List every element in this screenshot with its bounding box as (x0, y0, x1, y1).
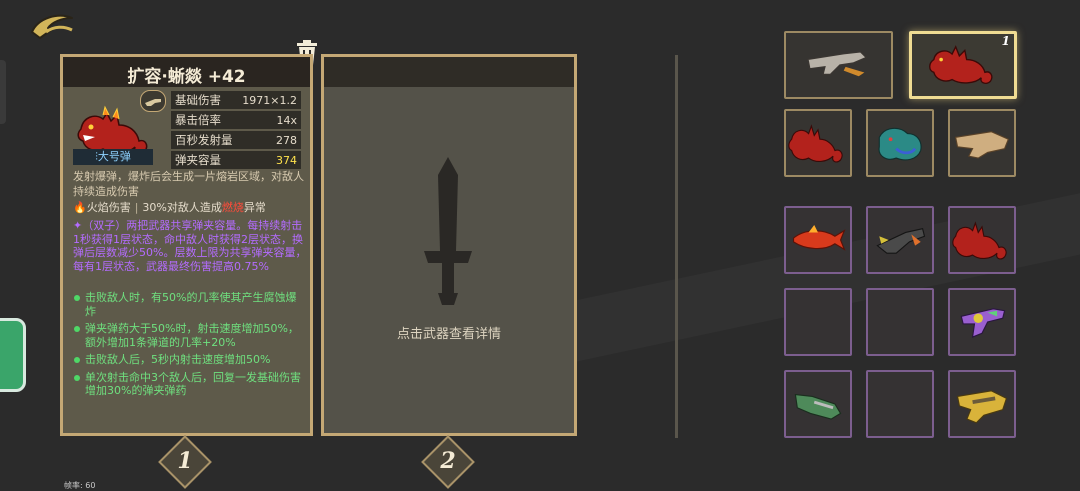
inventory-slot-teal-creature[interactable] (866, 109, 934, 177)
weapon-description: 发射爆弹，爆炸后会生成一片熔岩区域，对敌人持续造成伤害 (73, 170, 304, 198)
weapon-detail-panel-1[interactable]: 扩容·蜥燚 +42 ⫶大号弹 基础伤害 1971×1.2 暴击倍率 14x 百秒… (60, 54, 313, 436)
stat-row-magazine: 弹夹容量 374 (171, 151, 301, 169)
weapon-title: 扩容·蜥燚 +42 (127, 67, 246, 87)
fire-icon: 🔥 (73, 201, 87, 214)
sword-placeholder-icon (424, 157, 472, 305)
stat-row-base-damage: 基础伤害 1971×1.2 (171, 91, 301, 109)
teal-creature-weapon-icon (878, 127, 922, 161)
bonus-effects-list: 击败敌人时，有50%的几率使其产生腐蚀爆炸 弹夹弹药大于50%时，射击速度增加5… (73, 291, 307, 402)
side-menu-tab[interactable] (0, 318, 26, 392)
lizard-weapon-icon (929, 45, 993, 84)
fps-counter: 帧率: 60 (64, 481, 96, 490)
inventory-slot-gold-blaster[interactable] (948, 370, 1016, 438)
inventory-slot-bone-cannon[interactable] (948, 109, 1016, 177)
inventory-slot-lizard-selected[interactable]: 1 (909, 31, 1017, 99)
bonus-effect-item: 击败敌人后，5秒内射击速度增加50% (73, 353, 307, 367)
weapon-detail-panel-2[interactable]: 点击武器查看详情 (321, 54, 577, 436)
inventory-slot-lizard-3[interactable] (948, 206, 1016, 274)
rifle-gun-icon (807, 51, 868, 77)
weapon-tags: 🔥火焰伤害 | 30%对敌人造成燃烧异常 (73, 201, 266, 214)
inventory-slot-green-gauntlet[interactable] (784, 370, 852, 438)
bonus-effect-item: 单次射击命中3个敌人后，回复一发基础伤害增加30%的弹夹弹药 (73, 371, 307, 398)
left-edge-handle[interactable] (0, 60, 6, 124)
inventory-slot-crossbow[interactable] (866, 206, 934, 274)
weapon-stats-table: 基础伤害 1971×1.2 暴击倍率 14x 百秒发射量 278 弹夹容量 37… (171, 91, 301, 171)
bonus-effect-item: 击败敌人时，有50%的几率使其产生腐蚀爆炸 (73, 291, 307, 318)
special-effect-text: ✦（双子）两把武器共享弹夹容量。每持续射击1秒获得1层状态，命中敌人时获得2层状… (73, 219, 307, 273)
stat-row-fire-rate: 百秒发射量 278 (171, 131, 301, 149)
panel-header-band (324, 57, 574, 87)
inventory-slot-toy-pistol[interactable] (948, 288, 1016, 356)
ammo-type-label: ⫶大号弹 (73, 149, 153, 165)
inventory-slot-empty[interactable] (784, 288, 852, 356)
bonus-effect-item: 弹夹弹药大于50%时，射击速度增加50%，额外增加1条弹道的几率+20% (73, 322, 307, 349)
green-gauntlet-icon (794, 393, 842, 420)
lizard-weapon-icon (952, 221, 1007, 260)
tap-weapon-hint: 点击武器查看详情 (396, 327, 501, 342)
section-divider (675, 55, 678, 438)
inventory-slot-empty[interactable] (866, 370, 934, 438)
fire-fish-weapon-icon (792, 224, 846, 251)
back-arrow-icon[interactable] (28, 10, 76, 42)
toy-pistol-icon (960, 308, 1006, 338)
inventory-slot-empty[interactable] (866, 288, 934, 356)
crossbow-weapon-icon (876, 228, 926, 254)
slot-badge-2-label: 2 (440, 448, 456, 474)
gold-blaster-icon (956, 390, 1008, 424)
stat-row-crit-multiplier: 暴击倍率 14x (171, 111, 301, 129)
inventory-slot-rifle[interactable] (784, 31, 893, 99)
bone-cannon-icon (954, 131, 1010, 159)
lizard-weapon-icon (788, 124, 843, 163)
inventory-slot-fire-fish[interactable] (784, 206, 852, 274)
weapon-type-gun-icon (140, 90, 166, 112)
inventory-slot-lizard-2[interactable] (784, 109, 852, 177)
item-count: 1 (1001, 34, 1010, 48)
slot-badge-1-label: 1 (177, 448, 193, 474)
